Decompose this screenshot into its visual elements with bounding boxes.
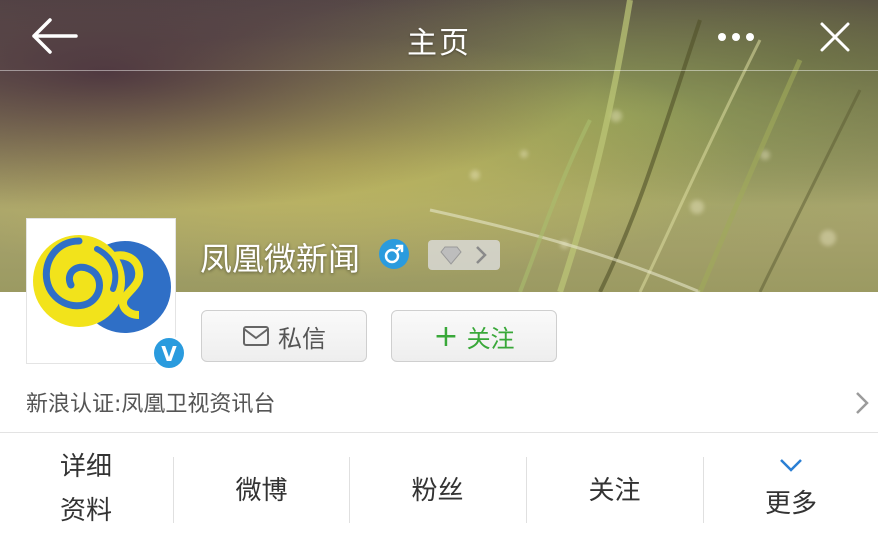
tab-more[interactable]: 更多: [704, 433, 878, 544]
private-message-label: 私信: [278, 324, 326, 353]
back-button[interactable]: [28, 16, 82, 56]
follow-button[interactable]: + 关注: [391, 310, 557, 362]
back-arrow-icon: [32, 18, 78, 54]
tab-following-label: 关注: [588, 476, 641, 506]
verified-v-icon: V: [152, 336, 186, 370]
verified-v-text: V: [161, 342, 177, 366]
chevron-right-icon: [476, 246, 487, 264]
verification-text: 新浪认证:凤凰卫视资讯台: [26, 392, 276, 417]
gender-badge: [378, 238, 410, 270]
follow-label: 关注: [466, 324, 515, 353]
top-nav-bar: 主页: [0, 0, 878, 71]
private-message-button[interactable]: 私信: [201, 310, 367, 362]
more-button[interactable]: [712, 22, 764, 52]
plus-icon: +: [433, 318, 459, 354]
tab-following[interactable]: 关注: [527, 433, 702, 544]
tab-details-line1: 详细: [59, 451, 112, 482]
profile-name: 凤凰微新闻: [200, 240, 361, 278]
gem-icon: [440, 246, 462, 265]
tab-fans[interactable]: 粉丝: [350, 433, 525, 544]
tab-weibo-label: 微博: [235, 476, 288, 506]
chevron-down-icon: [780, 459, 802, 472]
tab-details-line2: 资料: [59, 495, 112, 526]
chevron-right-icon: [856, 392, 869, 414]
tab-weibo[interactable]: 微博: [174, 433, 349, 544]
verified-badge: V: [152, 336, 186, 370]
mail-icon: [243, 326, 269, 346]
member-level-badge[interactable]: [428, 240, 500, 270]
profile-tab-bar: 详细 资料 微博 粉丝 关注 更多: [0, 433, 878, 544]
verification-row[interactable]: 新浪认证:凤凰卫视资讯台: [0, 374, 878, 433]
tab-fans-label: 粉丝: [411, 476, 464, 506]
close-icon: [820, 22, 850, 52]
more-dots-icon: [718, 33, 754, 41]
close-button[interactable]: [816, 18, 854, 56]
tab-details[interactable]: 详细 资料: [0, 433, 172, 544]
male-gender-icon: [379, 239, 409, 269]
tab-more-label: 更多: [764, 489, 817, 519]
